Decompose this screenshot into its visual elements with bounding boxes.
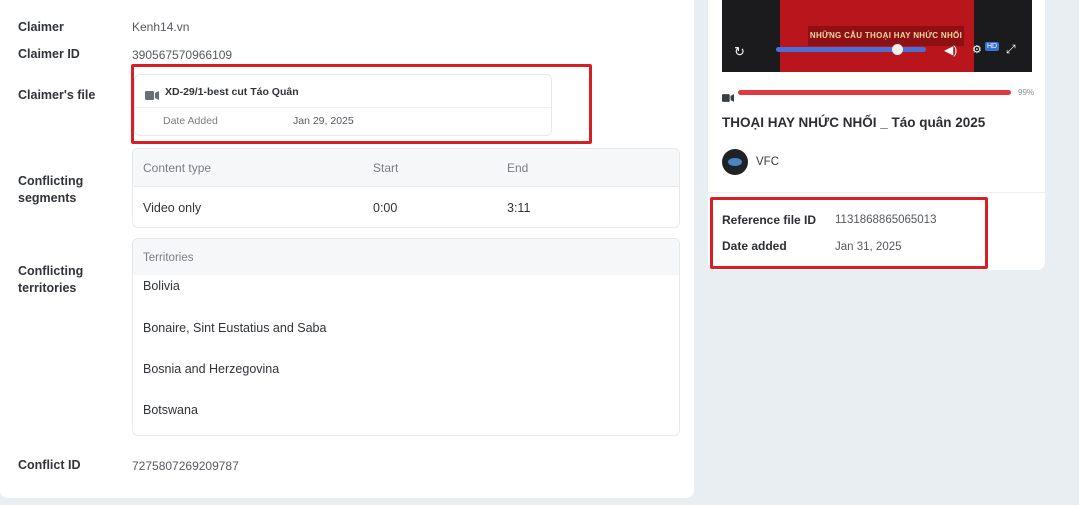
segments-header-start: Start xyxy=(373,161,399,175)
replay-icon[interactable]: ↻ xyxy=(734,44,745,60)
territory-item: Bosnia and Herzegovina xyxy=(143,362,280,376)
claimer-label: Claimer xyxy=(18,20,64,34)
match-progress-bar xyxy=(738,90,1012,95)
territory-item: Bolivia xyxy=(143,279,180,293)
segment-content-type: Video only xyxy=(143,201,202,215)
segments-table-header xyxy=(133,149,679,187)
conflicting-territories-list: Territories Bolivia Bonaire, Sint Eustat… xyxy=(132,238,680,436)
channel-name[interactable]: VFC xyxy=(756,156,779,168)
video-banner-text: NHỮNG CÂU THOẠI HAY NHỨC NHỐI xyxy=(808,26,964,46)
territories-header-label: Territories xyxy=(143,252,194,264)
claim-details-panel: Claimer Kenh14.vn Claimer ID 39056757096… xyxy=(0,0,694,498)
reference-video-title[interactable]: THOẠI HAY NHỨC NHỐI _ Táo quân 2025 xyxy=(722,115,985,130)
video-progress-bar[interactable] xyxy=(776,47,926,52)
reference-file-card: NHỮNG CÂU THOẠI HAY NHỨC NHỐI ↻ ◀︎) HD ⚙… xyxy=(708,0,1045,270)
segment-end: 3:11 xyxy=(507,201,531,215)
video-scrubber-handle[interactable] xyxy=(892,44,903,55)
fullscreen-icon[interactable]: ⤢ xyxy=(1006,42,1016,57)
hd-badge: HD xyxy=(985,42,1000,51)
territory-item: Botswana xyxy=(143,403,198,417)
claimer-id-value: 390567570966109 xyxy=(132,48,233,62)
match-progress: 99% xyxy=(722,88,1038,102)
match-percent: 99% xyxy=(1018,88,1035,97)
conflicting-territories-label: Conflicting territories xyxy=(18,264,84,295)
conflicting-segments-label: Conflicting segments xyxy=(18,174,84,205)
video-camera-icon xyxy=(722,89,734,107)
segment-start: 0:00 xyxy=(373,201,398,215)
conflict-id-label: Conflict ID xyxy=(18,458,81,472)
conflicting-segments-table: Content type Start End Video only 0:00 3… xyxy=(132,148,680,228)
claimer-value: Kenh14.vn xyxy=(132,20,190,34)
channel-avatar[interactable] xyxy=(722,149,748,175)
conflict-id-value: 7275807269209787 xyxy=(132,459,239,473)
segments-header-content-type: Content type xyxy=(143,161,212,175)
settings-icon[interactable]: ⚙ xyxy=(972,43,982,56)
video-player[interactable]: NHỮNG CÂU THOẠI HAY NHỨC NHỐI ↻ ◀︎) HD ⚙… xyxy=(722,0,1032,72)
territory-item: Bonaire, Sint Eustatius and Saba xyxy=(143,321,327,335)
highlight-box-claimer-file xyxy=(131,64,592,144)
volume-icon[interactable]: ◀︎) xyxy=(944,43,957,57)
segments-header-end: End xyxy=(507,161,529,175)
claimers-file-label: Claimer's file xyxy=(18,88,96,102)
divider xyxy=(708,192,1045,193)
territories-header xyxy=(133,239,679,275)
highlight-box-reference-file xyxy=(710,197,988,269)
claimer-id-label: Claimer ID xyxy=(18,47,80,61)
